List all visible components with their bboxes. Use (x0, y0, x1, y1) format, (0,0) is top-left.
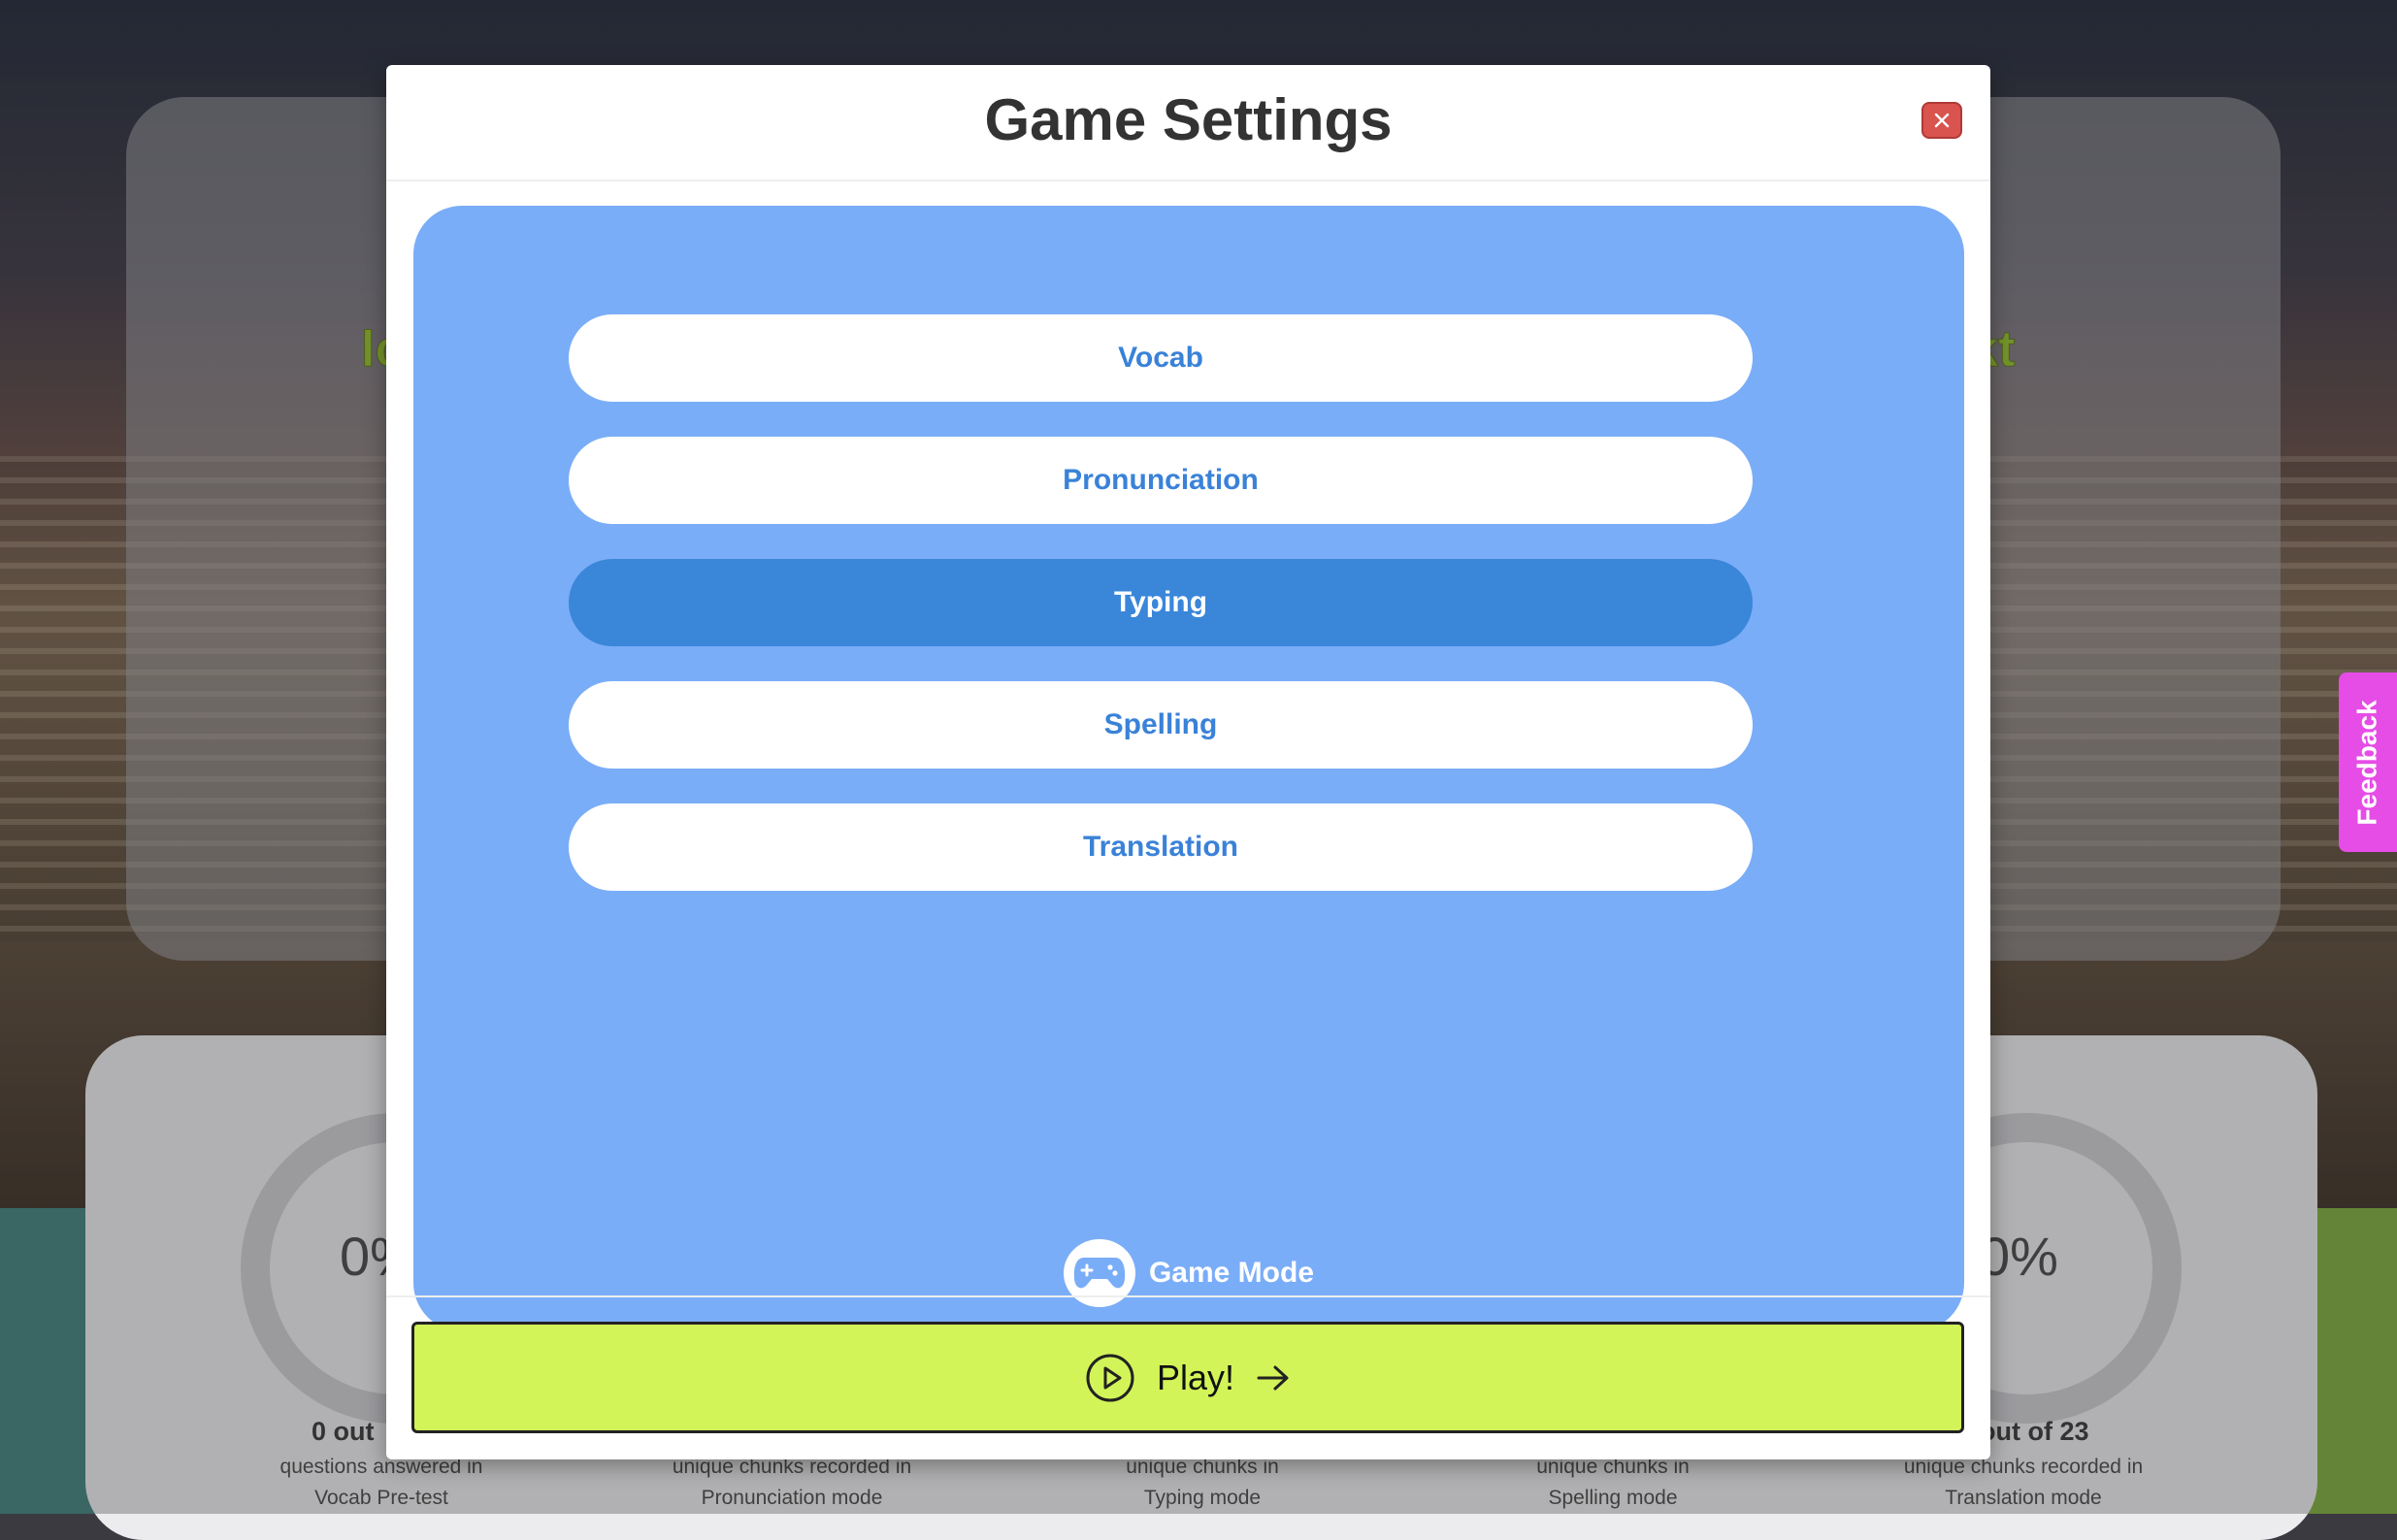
modal-header: Game Settings (386, 65, 1990, 181)
mode-typing-button[interactable]: Typing (569, 559, 1753, 646)
mode-vocab-button[interactable]: Vocab (569, 314, 1753, 402)
game-settings-modal: Game Settings Vocab Pronunciation Typing… (386, 65, 1990, 1459)
mode-spelling-button[interactable]: Spelling (569, 681, 1753, 769)
mode-translation-button[interactable]: Translation (569, 803, 1753, 891)
footer-divider (386, 1295, 1990, 1297)
play-button[interactable]: Play! (411, 1322, 1964, 1433)
feedback-label: Feedback (2352, 699, 2383, 826)
arrow-right-icon (1257, 1365, 1289, 1390)
play-label: Play! (1156, 1357, 1235, 1397)
mode-pronunciation-button[interactable]: Pronunciation (569, 437, 1753, 524)
modal-title: Game Settings (984, 87, 1393, 152)
mode-panel: Vocab Pronunciation Typing Spelling Tran… (413, 206, 1964, 1331)
feedback-tab[interactable]: Feedback (2339, 672, 2397, 852)
close-icon (1934, 113, 1950, 128)
game-mode-label: Game Mode (1148, 1257, 1315, 1289)
close-button[interactable] (1921, 102, 1962, 139)
play-circle-icon (1086, 1354, 1134, 1401)
game-mode-section: Game Mode (413, 1237, 1964, 1309)
